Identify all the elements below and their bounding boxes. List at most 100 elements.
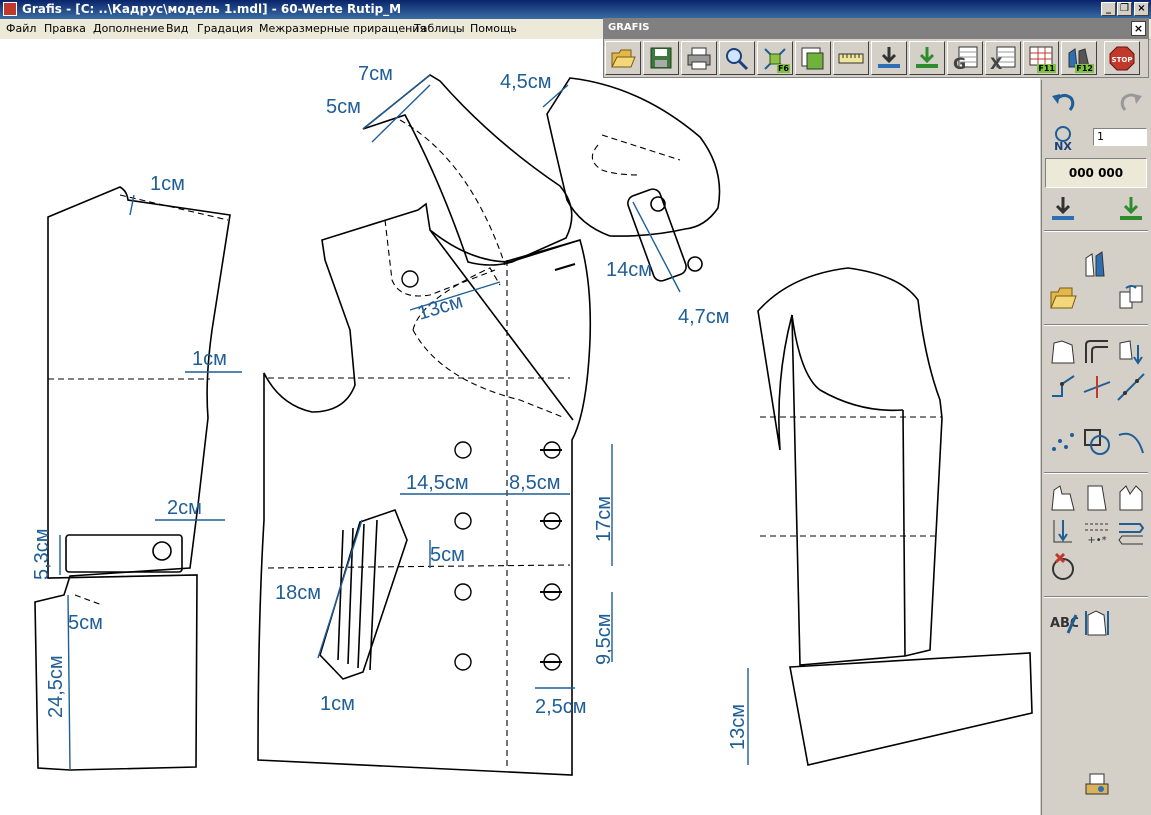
nx-button[interactable]: NX xyxy=(1046,120,1080,154)
close-button[interactable]: × xyxy=(1134,2,1149,16)
table-x-button[interactable]: X xyxy=(985,41,1021,75)
collar-piece-button[interactable] xyxy=(1114,480,1148,514)
points-button[interactable] xyxy=(1046,425,1080,459)
save-disk-icon xyxy=(650,47,672,69)
minimize-button[interactable]: _ xyxy=(1101,2,1116,16)
menu-grading[interactable]: Градация xyxy=(197,22,253,35)
dimension-label: 14см xyxy=(606,259,652,281)
download-button[interactable] xyxy=(1046,192,1080,226)
svg-text:NX: NX xyxy=(1054,140,1072,152)
download-green-button[interactable] xyxy=(909,41,945,75)
circle-square-icon xyxy=(1084,429,1110,455)
plotter-button[interactable] xyxy=(1080,766,1114,800)
template-icon xyxy=(1085,610,1109,636)
dimension-label: 5см xyxy=(326,96,361,118)
grade-counter: 000 000 xyxy=(1045,158,1147,188)
redo-button[interactable] xyxy=(1114,86,1148,120)
dimension-label: 9,5см xyxy=(593,613,615,665)
menu-view[interactable]: Вид xyxy=(166,22,188,35)
dimension-label: 13см xyxy=(415,290,465,324)
piece-swap-button[interactable] xyxy=(1114,280,1148,314)
open-file-button[interactable] xyxy=(605,41,641,75)
dart-button[interactable] xyxy=(1046,514,1080,548)
polygon-tool-button[interactable] xyxy=(1046,335,1080,369)
dimension-label: 5см xyxy=(68,612,103,634)
dashed-lines-button[interactable]: +•* xyxy=(1080,514,1114,548)
menu-edit[interactable]: Правка xyxy=(44,22,86,35)
menu-file[interactable]: Файл xyxy=(6,22,36,35)
fit-view-button[interactable]: F6 xyxy=(757,41,793,75)
shortcut-label: F11 xyxy=(1037,64,1056,73)
diagonal-line-button[interactable] xyxy=(1114,370,1148,404)
save-button[interactable] xyxy=(643,41,679,75)
right-tool-panel: NX 1 000 000 +•* ABC xyxy=(1041,80,1151,815)
size-table-button[interactable]: G xyxy=(947,41,983,75)
dimension-label: 7см xyxy=(358,63,393,85)
dimension-label: 13см xyxy=(727,704,749,750)
grafis-app-icon[interactable] xyxy=(3,2,17,16)
piece-swap-icon xyxy=(1119,285,1143,309)
print-button[interactable] xyxy=(681,41,717,75)
svg-text:STOP: STOP xyxy=(1112,56,1133,64)
circle-square-button[interactable] xyxy=(1080,425,1114,459)
rectangle-piece-button[interactable] xyxy=(1080,480,1114,514)
panel-separator xyxy=(1044,472,1148,474)
model-parts-button[interactable]: F12 xyxy=(1061,41,1097,75)
dashed-lines-icon: +•* xyxy=(1085,523,1109,546)
notch-icon xyxy=(1118,523,1145,545)
dimension-label: 24,5см xyxy=(45,655,67,718)
curve-button[interactable] xyxy=(1114,425,1148,459)
title-bar: Grafis - [C: ..\Кадрус\модель 1.mdl] - 6… xyxy=(0,0,1151,19)
menu-size-increments[interactable]: Межразмерные приращения xyxy=(259,22,426,35)
grid-table-button[interactable]: F11 xyxy=(1023,41,1059,75)
intersection-icon xyxy=(1083,376,1111,398)
notch-button[interactable] xyxy=(1114,514,1148,548)
download-button[interactable] xyxy=(871,41,907,75)
toolbar-close-button[interactable]: × xyxy=(1131,21,1146,36)
zoom-button[interactable] xyxy=(719,41,755,75)
sleeve-outline xyxy=(757,267,943,666)
restore-button[interactable]: ❐ xyxy=(1117,2,1132,16)
layers-button[interactable] xyxy=(795,41,831,75)
curve-icon xyxy=(1118,432,1144,454)
part-shapes-icon xyxy=(1085,251,1105,277)
pocket-flap xyxy=(65,534,183,573)
open-folder-button[interactable] xyxy=(1046,280,1080,314)
dimension-label: 14,5см xyxy=(406,472,469,494)
open-folder-icon xyxy=(611,49,636,68)
panel-separator xyxy=(1044,324,1148,326)
toolbar-title: GRAFIS xyxy=(608,22,650,33)
menu-addons[interactable]: Дополнение xyxy=(93,22,164,35)
download-green-icon xyxy=(1120,197,1142,220)
parallel-line-icon xyxy=(1085,340,1108,363)
menu-help[interactable]: Помощь xyxy=(470,22,517,35)
download-green-button[interactable] xyxy=(1114,192,1148,226)
point-line-button[interactable] xyxy=(1046,370,1080,404)
toolbar-title-bar[interactable]: GRAFIS × xyxy=(604,19,1148,39)
panel-separator xyxy=(1044,596,1148,598)
dart-icon xyxy=(1053,520,1072,543)
stop-button[interactable]: STOP xyxy=(1104,41,1140,75)
svg-text:+•*: +•* xyxy=(1087,535,1106,546)
parallel-line-button[interactable] xyxy=(1080,335,1114,369)
menu-tables[interactable]: Таблицы xyxy=(414,22,465,35)
spell-check-icon: ABC xyxy=(1050,614,1078,634)
delete-circle-button[interactable] xyxy=(1046,549,1080,583)
dimension-label: 5,3см xyxy=(31,528,53,580)
undo-button[interactable] xyxy=(1046,86,1080,120)
piece-outline-icon xyxy=(1051,485,1075,511)
measure-button[interactable] xyxy=(833,41,869,75)
spell-check-button[interactable]: ABC xyxy=(1046,605,1080,639)
dimension-label: 4,5см xyxy=(500,71,552,93)
shortcut-label: F6 xyxy=(776,64,790,73)
part-shapes-button[interactable] xyxy=(1080,246,1114,280)
nx-value-field[interactable]: 1 xyxy=(1093,128,1147,146)
printer-icon xyxy=(687,47,711,70)
template-button[interactable] xyxy=(1080,605,1114,639)
piece-arrow-button[interactable] xyxy=(1114,335,1148,369)
stop-icon: STOP xyxy=(1109,46,1135,71)
intersection-button[interactable] xyxy=(1080,370,1114,404)
piece-outline-button[interactable] xyxy=(1046,480,1080,514)
drawing-canvas[interactable]: 7см 5см 4,5см 1см 13см 14см 4,7см 1см 2с… xyxy=(0,39,1040,815)
dimension-label: 8,5см xyxy=(509,472,561,494)
